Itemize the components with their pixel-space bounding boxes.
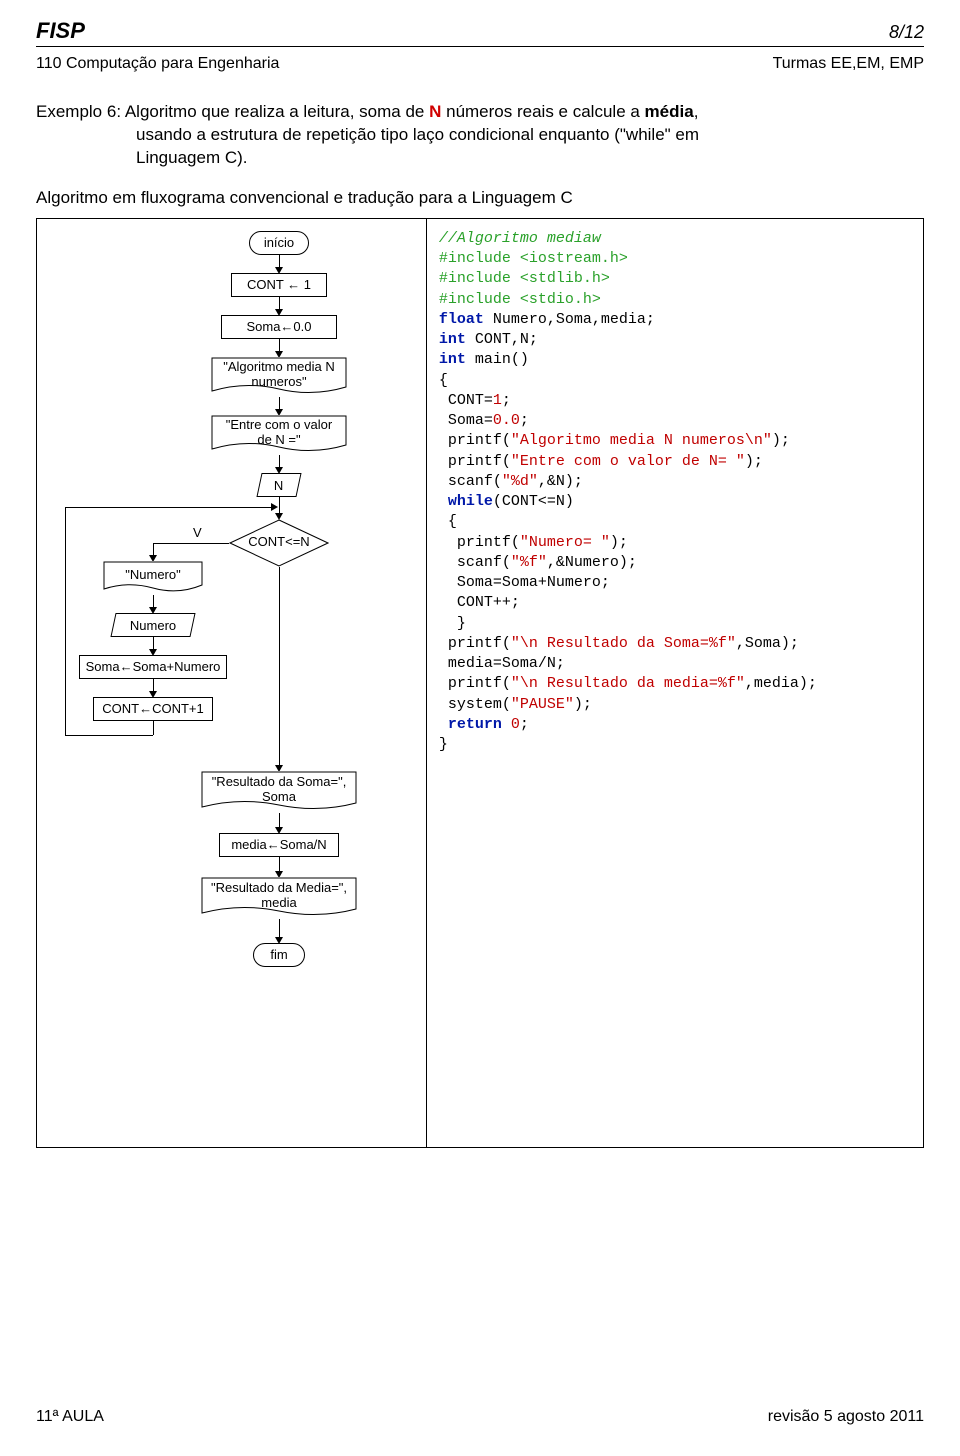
code-line: } <box>439 615 466 632</box>
flow-start: início <box>249 231 309 255</box>
header-right: 8/12 <box>889 22 924 43</box>
arrow <box>65 735 153 736</box>
flow-assign-cont: CONT ← 1 <box>231 273 327 297</box>
arrow <box>279 919 280 939</box>
code-line: scanf( <box>439 554 511 571</box>
header-rule <box>36 46 924 47</box>
arrow <box>65 507 66 735</box>
subheader-right: Turmas EE,EM, EMP <box>773 55 924 73</box>
algorithm-title: Algoritmo em fluxograma convencional e t… <box>36 188 924 208</box>
code-line <box>439 493 448 510</box>
code-line: scanf( <box>439 473 502 490</box>
page-subheader: 110 Computação para Engenharia Turmas EE… <box>36 55 924 73</box>
code-line: { <box>439 513 457 530</box>
code-line: media=Soma/N; <box>439 655 565 672</box>
flow-assign-cont-inc: CONT←CONT+1 <box>93 697 213 721</box>
code-line: { <box>439 372 448 389</box>
flowchart-column: início CONT ← 1 Soma←0.0 "Algoritmo medi… <box>37 219 427 1147</box>
code-line: int <box>439 351 466 368</box>
arrow <box>279 567 280 767</box>
example-line1-a: Algoritmo que realiza a leitura, soma de <box>125 102 429 121</box>
example-line3: Linguagem C). <box>36 147 924 170</box>
arrowhead-icon <box>271 503 278 511</box>
code-line: int <box>439 331 466 348</box>
code-line: CONT++; <box>439 594 520 611</box>
arrow <box>153 721 154 735</box>
flow-display-result-soma: "Resultado da Soma=", Soma <box>201 771 357 813</box>
footer-right: revisão 5 agosto 2011 <box>768 1408 924 1426</box>
code-line: printf( <box>439 453 511 470</box>
two-column-box: início CONT ← 1 Soma←0.0 "Algoritmo medi… <box>36 218 924 1148</box>
code-line: float <box>439 311 484 328</box>
footer-left: 11ª AULA <box>36 1408 104 1426</box>
example-line1-b: números reais e calcule a <box>441 102 644 121</box>
code-line: printf( <box>439 534 520 551</box>
page-footer: 11ª AULA revisão 5 agosto 2011 <box>36 1408 924 1426</box>
code-line: #include <box>439 250 520 267</box>
page: FISP 8/12 110 Computação para Engenharia… <box>0 0 960 1456</box>
flow-input-n: N <box>256 473 301 497</box>
arrow <box>65 507 275 508</box>
flow-end: fim <box>253 943 305 967</box>
code-line: #include <box>439 270 520 287</box>
flow-assign-soma-add: Soma←Soma+Numero <box>79 655 227 679</box>
example-N: N <box>429 102 441 121</box>
code-line: CONT= <box>439 392 493 409</box>
flow-assign-soma: Soma←0.0 <box>221 315 337 339</box>
code-line: printf( <box>439 432 511 449</box>
page-header: FISP 8/12 <box>36 18 924 44</box>
code-line: } <box>439 736 448 753</box>
flow-decision: CONT<=N <box>229 519 329 567</box>
example-media: média <box>645 102 694 121</box>
flowchart: início CONT ← 1 Soma←0.0 "Algoritmo medi… <box>43 231 420 1131</box>
code-line: printf( <box>439 675 511 692</box>
flow-display-title: "Algoritmo media N numeros" <box>211 357 347 397</box>
flow-assign-media: media←Soma/N <box>219 833 339 857</box>
example-label: Exemplo 6: <box>36 102 121 121</box>
subheader-left: 110 Computação para Engenharia <box>36 55 279 73</box>
code-line: //Algoritmo mediaw <box>439 230 601 247</box>
code-line <box>439 716 448 733</box>
code-line: system( <box>439 696 511 713</box>
code-line: #include <box>439 291 520 308</box>
code-line: Soma= <box>439 412 493 429</box>
example-line2: usando a estrutura de repetição tipo laç… <box>36 124 924 147</box>
code-line: Soma=Soma+Numero; <box>439 574 610 591</box>
flow-input-numero: Numero <box>110 613 195 637</box>
code-line: printf( <box>439 635 511 652</box>
header-left: FISP <box>36 18 85 44</box>
flow-display-prompt: "Entre com o valor de N =" <box>211 415 347 455</box>
code-column: //Algoritmo mediaw #include <iostream.h>… <box>427 219 923 1147</box>
arrow <box>153 543 229 544</box>
example-paragraph: Exemplo 6: Algoritmo que realiza a leitu… <box>36 101 924 170</box>
flow-display-numero: "Numero" <box>103 561 203 595</box>
example-line1-c: , <box>694 102 699 121</box>
flow-branch-v: V <box>193 525 202 540</box>
flow-display-result-media: "Resultado da Media=", media <box>201 877 357 919</box>
